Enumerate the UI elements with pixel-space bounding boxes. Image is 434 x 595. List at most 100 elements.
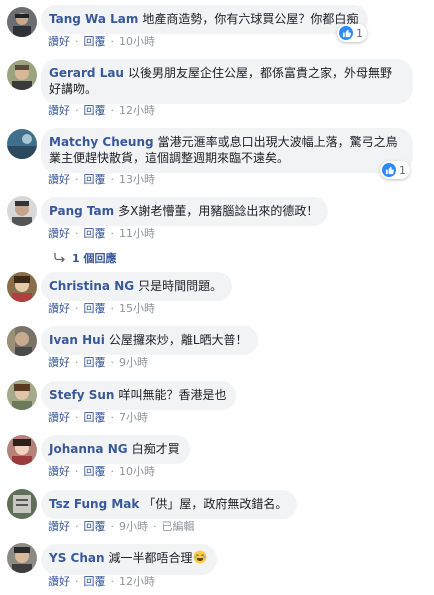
comment-text: 白痴才買 xyxy=(131,442,180,456)
like-link[interactable]: 讚好 xyxy=(48,573,70,589)
comment-author[interactable]: Ivan Hui xyxy=(49,333,105,347)
avatar[interactable] xyxy=(7,196,37,226)
reply-link[interactable]: 回覆 xyxy=(84,225,106,241)
separator-dot: · xyxy=(110,575,115,588)
view-replies-link[interactable]: 1 個回應 xyxy=(54,250,116,266)
comment-actions: 讚好 · 回覆 · 13小時 xyxy=(48,171,155,187)
comment-text: 減一半都唔合理 xyxy=(108,551,193,565)
comment-timestamp[interactable]: 9小時 xyxy=(119,518,148,534)
like-link[interactable]: 讚好 xyxy=(48,300,70,316)
comment-actions: 讚好 · 回覆 · 9小時 xyxy=(48,354,148,370)
separator-dot: · xyxy=(75,465,79,478)
like-link[interactable]: 讚好 xyxy=(48,225,70,241)
separator-dot: · xyxy=(75,356,79,369)
comment-actions: 讚好 · 回覆 · 9小時 · 已編輯 xyxy=(48,518,195,534)
like-link[interactable]: 讚好 xyxy=(48,33,70,49)
comment-timestamp[interactable]: 13小時 xyxy=(119,171,155,187)
comment-timestamp[interactable]: 9小時 xyxy=(119,354,148,370)
comment-author[interactable]: YS Chan xyxy=(49,551,105,565)
avatar[interactable] xyxy=(7,543,37,573)
reaction-badge[interactable]: 1 xyxy=(380,161,410,179)
comment-text: 「供」屋，政府無改錯名。 xyxy=(143,497,288,511)
comment-actions: 讚好 · 回覆 · 10小時 xyxy=(48,463,155,479)
comment-bubble: Johanna NG 白痴才買 xyxy=(41,435,190,464)
like-link[interactable]: 讚好 xyxy=(48,518,70,534)
avatar[interactable] xyxy=(7,489,37,519)
comment-author[interactable]: Pang Tam xyxy=(49,204,114,218)
comment-actions: 讚好 · 回覆 · 11小時 xyxy=(48,225,155,241)
separator-dot: · xyxy=(110,520,115,533)
comment-bubble: Pang Tam 多X謝老懵董，用豬腦諗出來的德政！ xyxy=(41,197,329,226)
comment-text-continued: 好講吻。 xyxy=(49,82,98,96)
comment-text: 多X謝老懵董，用豬腦諗出來的德政！ xyxy=(118,204,319,218)
comment-author[interactable]: Gerard Lau xyxy=(49,66,124,80)
avatar[interactable] xyxy=(7,272,37,302)
avatar[interactable] xyxy=(7,326,37,356)
separator-dot: · xyxy=(110,411,115,424)
comment-author[interactable]: Matchy Cheung xyxy=(49,135,154,149)
comment-text: 只是時間問題。 xyxy=(138,279,223,293)
reaction-badge[interactable]: 1 xyxy=(337,24,367,42)
reply-link[interactable]: 回覆 xyxy=(84,33,106,49)
comment-actions: 讚好 · 回覆 · 12小時 xyxy=(48,573,155,589)
comment-text: 公屋攞來炒，離L晒大普！ xyxy=(108,333,248,347)
comment-text: 以後男朋友屋企住公屋，都係富貴之家，外母無野 xyxy=(127,66,392,80)
comment-bubble: Ivan Hui 公屋攞來炒，離L晒大普！ xyxy=(41,326,258,355)
comment-timestamp[interactable]: 7小時 xyxy=(119,409,148,425)
reply-arrow-icon xyxy=(54,252,66,265)
comment-author[interactable]: Christina NG xyxy=(49,279,134,293)
laughing-tears-emoji-icon xyxy=(193,550,207,568)
replies-count-label: 1 個回應 xyxy=(72,252,117,265)
separator-dot: · xyxy=(110,35,115,48)
like-link[interactable]: 讚好 xyxy=(48,354,70,370)
avatar[interactable] xyxy=(7,7,37,37)
separator-dot: · xyxy=(110,465,115,478)
separator-dot: · xyxy=(110,227,115,240)
reply-link[interactable]: 回覆 xyxy=(84,102,106,118)
comment-author[interactable]: Tsz Fung Mak xyxy=(49,497,139,511)
thumbs-up-icon xyxy=(382,163,396,177)
edited-label[interactable]: 已編輯 xyxy=(162,518,195,534)
separator-dot: · xyxy=(75,104,79,117)
comment-timestamp[interactable]: 15小時 xyxy=(119,300,155,316)
comment-timestamp[interactable]: 12小時 xyxy=(119,573,155,589)
like-link[interactable]: 讚好 xyxy=(48,409,70,425)
comment-author[interactable]: Johanna NG xyxy=(49,442,128,456)
reply-link[interactable]: 回覆 xyxy=(84,409,106,425)
comment-timestamp[interactable]: 12小時 xyxy=(119,102,155,118)
reply-link[interactable]: 回覆 xyxy=(84,300,106,316)
reply-link[interactable]: 回覆 xyxy=(84,518,106,534)
comment-actions: 讚好 · 回覆 · 15小時 xyxy=(48,300,155,316)
comment-bubble: Tsz Fung Mak 「供」屋，政府無改錯名。 xyxy=(41,490,298,519)
avatar[interactable] xyxy=(7,60,37,90)
comment-text: 地產商造勢，你有六球買公屋？你都白痴 xyxy=(142,12,359,26)
comment-author[interactable]: Tang Wa Lam xyxy=(49,12,138,26)
like-link[interactable]: 讚好 xyxy=(48,171,70,187)
comment-actions: 讚好 · 回覆 · 10小時 xyxy=(48,33,155,49)
avatar[interactable] xyxy=(7,380,37,410)
like-link[interactable]: 讚好 xyxy=(48,463,70,479)
avatar[interactable] xyxy=(7,435,37,465)
comment-timestamp[interactable]: 10小時 xyxy=(119,33,155,49)
avatar[interactable] xyxy=(7,129,37,159)
reply-link[interactable]: 回覆 xyxy=(84,463,106,479)
reaction-count: 1 xyxy=(399,163,406,177)
comment-bubble: Stefy Sun 咩叫無能？香港是也 xyxy=(41,381,237,410)
separator-dot: · xyxy=(75,173,79,186)
reaction-count: 1 xyxy=(356,26,363,40)
separator-dot: · xyxy=(75,302,79,315)
like-link[interactable]: 讚好 xyxy=(48,102,70,118)
comment-timestamp[interactable]: 11小時 xyxy=(119,225,155,241)
reply-link[interactable]: 回覆 xyxy=(84,354,106,370)
comment-actions: 讚好 · 回覆 · 7小時 xyxy=(48,409,148,425)
thumbs-up-icon xyxy=(339,26,353,40)
reply-link[interactable]: 回覆 xyxy=(84,171,106,187)
comment-actions: 讚好 · 回覆 · 12小時 xyxy=(48,102,155,118)
separator-dot: · xyxy=(110,356,115,369)
reply-link[interactable]: 回覆 xyxy=(84,573,106,589)
comment-timestamp[interactable]: 10小時 xyxy=(119,463,155,479)
comment-author[interactable]: Stefy Sun xyxy=(49,388,114,402)
comment-bubble: Gerard Lau 以後男朋友屋企住公屋，都係富貴之家，外母無野 好講吻。 xyxy=(41,59,413,104)
comment-bubble: Tang Wa Lam 地產商造勢，你有六球買公屋？你都白痴 xyxy=(41,5,369,34)
comment-text: 當港元滙率或息口出現大波幅上落，驚弓之鳥 xyxy=(157,135,398,149)
